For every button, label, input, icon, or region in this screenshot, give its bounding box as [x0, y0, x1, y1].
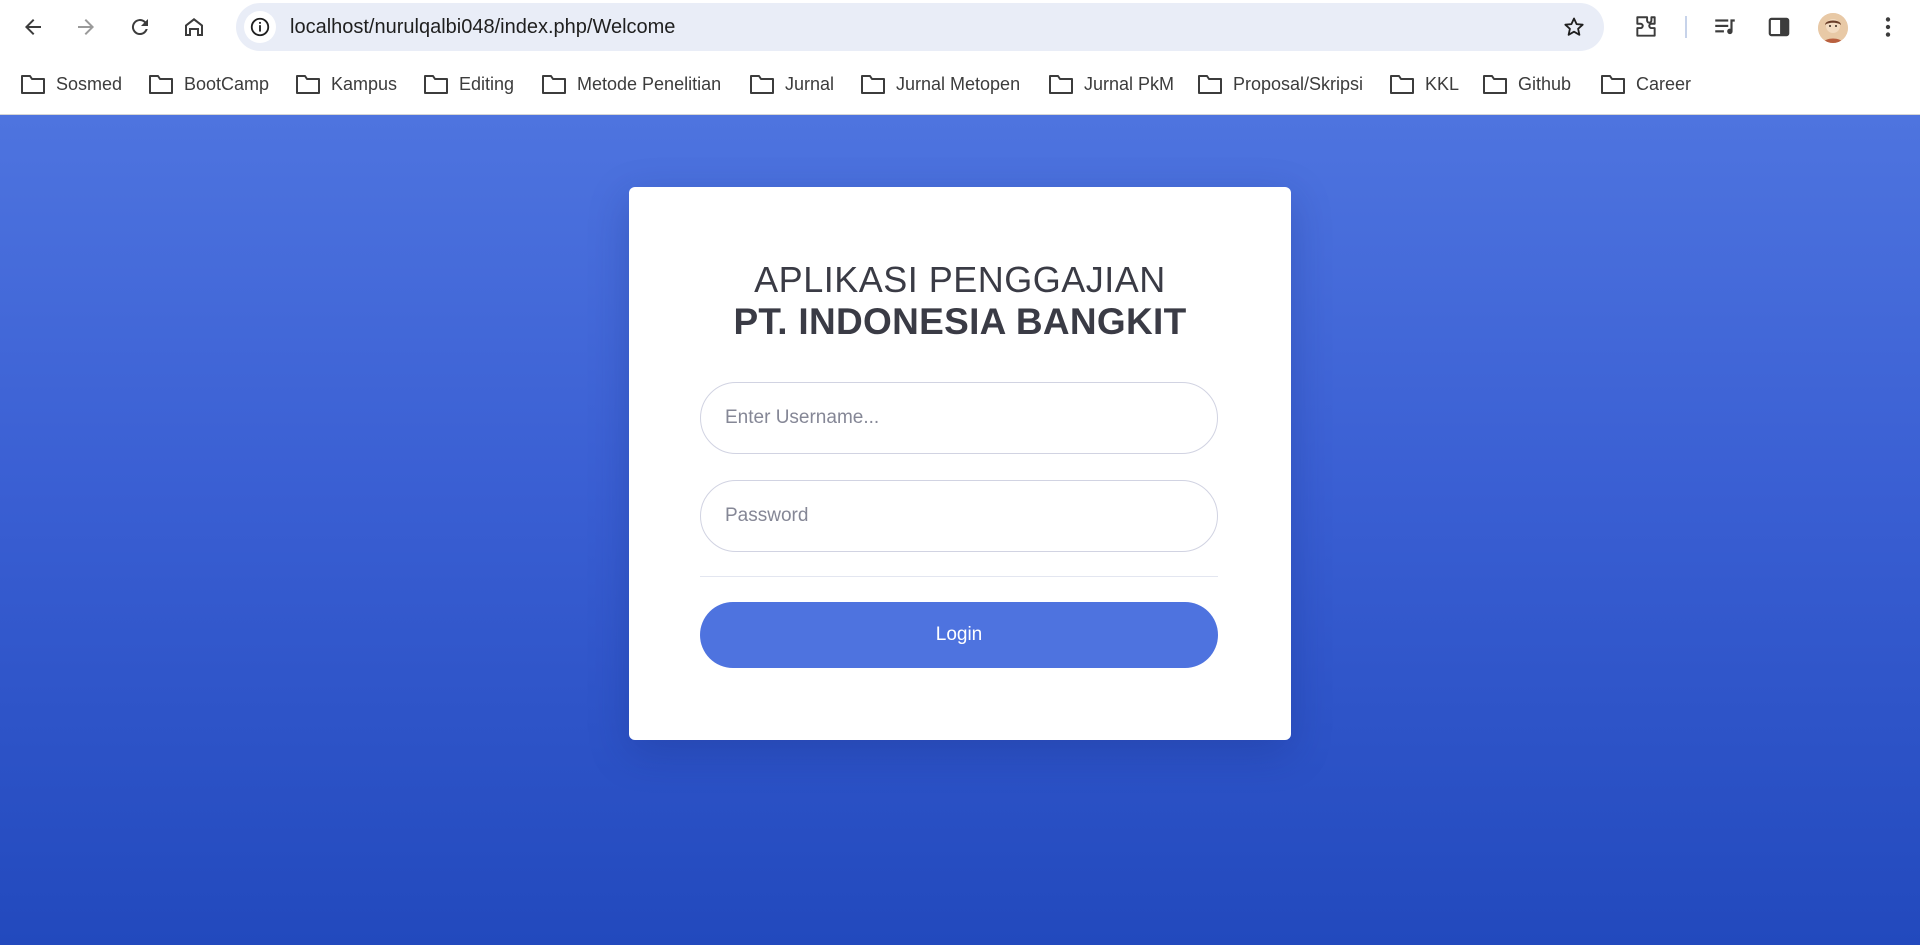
app-title: APLIKASI PENGGAJIAN — [754, 259, 1166, 300]
folder-icon — [750, 75, 774, 94]
site-info-button[interactable] — [244, 11, 276, 43]
home-icon — [185, 18, 203, 36]
side-panel-button[interactable] — [1765, 13, 1793, 41]
folder-icon — [1049, 75, 1073, 94]
company-title: PT. INDONESIA BANGKIT — [733, 301, 1187, 342]
folder-icon — [1198, 75, 1222, 94]
bookmark-label: KKL — [1425, 73, 1460, 94]
profile-avatar-icon — [1818, 13, 1848, 43]
home-button[interactable] — [176, 9, 212, 45]
folder-icon — [1483, 75, 1507, 94]
password-input[interactable] — [700, 480, 1218, 552]
form-divider — [700, 576, 1218, 577]
arrow-right-icon — [78, 19, 94, 35]
kebab-menu-icon — [1885, 17, 1891, 37]
bookmark-label: Career — [1636, 73, 1692, 94]
bookmark-folder-kampus[interactable]: Kampus — [295, 69, 397, 99]
bookmark-label: Sosmed — [56, 73, 123, 94]
media-queue-button[interactable] — [1711, 13, 1739, 41]
star-icon[interactable] — [1562, 15, 1586, 39]
bookmark-label: Github — [1518, 73, 1572, 94]
folder-icon — [21, 75, 45, 94]
bookmark-folder-metode-penelitian[interactable]: Metode Penelitian — [541, 69, 721, 99]
folder-icon — [149, 75, 173, 94]
bookmark-folder-sosmed[interactable]: Sosmed — [20, 69, 122, 99]
folder-icon — [296, 75, 320, 94]
bookmark-label: Proposal/Skripsi — [1233, 73, 1364, 94]
side-panel-icon — [1768, 17, 1790, 37]
browser-toolbar: localhost/nurulqalbi048/index.php/Welcom… — [0, 0, 1920, 55]
bookmark-folder-editing[interactable]: Editing — [423, 69, 514, 99]
bookmark-label: Metode Penelitian — [577, 73, 722, 94]
bookmark-label: Editing — [459, 73, 515, 94]
folder-icon — [424, 75, 448, 94]
reload-button[interactable] — [122, 9, 158, 45]
bookmark-folder-jurnal-pkm[interactable]: Jurnal PkM — [1048, 69, 1174, 99]
puzzle-icon — [1636, 16, 1656, 37]
forward-button[interactable] — [68, 9, 104, 45]
info-icon — [250, 17, 270, 37]
username-input[interactable] — [700, 382, 1218, 454]
bookmark-folder-jurnal-metopen[interactable]: Jurnal Metopen — [860, 69, 1020, 99]
reload-icon — [131, 19, 148, 36]
bookmark-folder-career[interactable]: Career — [1600, 69, 1691, 99]
folder-icon — [861, 75, 885, 94]
bookmark-folder-bootcamp[interactable]: BootCamp — [148, 69, 269, 99]
avatar[interactable] — [1818, 13, 1848, 43]
page-background: APLIKASI PENGGAJIAN PT. INDONESIA BANGKI… — [0, 115, 1920, 945]
extensions-button[interactable] — [1632, 13, 1660, 41]
bookmark-folder-proposal-skripsi[interactable]: Proposal/Skripsi — [1197, 69, 1363, 99]
bookmark-folder-kkl[interactable]: KKL — [1389, 69, 1459, 99]
folder-icon — [1601, 75, 1625, 94]
bookmark-label: Jurnal PkM — [1084, 73, 1175, 94]
bookmark-folder-github[interactable]: Github — [1482, 69, 1571, 99]
toolbar-divider — [1685, 16, 1687, 38]
folder-icon — [542, 75, 566, 94]
bookmark-label: BootCamp — [184, 73, 270, 94]
bookmark-folder-jurnal[interactable]: Jurnal — [749, 69, 834, 99]
arrow-left-icon — [25, 19, 41, 35]
media-queue-icon — [1715, 19, 1735, 35]
login-card: APLIKASI PENGGAJIAN PT. INDONESIA BANGKI… — [629, 187, 1291, 740]
login-button[interactable]: Login — [700, 602, 1218, 668]
folder-icon — [1390, 75, 1414, 94]
address-bar[interactable]: localhost/nurulqalbi048/index.php/Welcom… — [236, 3, 1604, 51]
browser-menu-button[interactable] — [1874, 13, 1902, 41]
back-button[interactable] — [15, 9, 51, 45]
bookmark-label: Jurnal Metopen — [896, 73, 1021, 94]
bookmarks-bar: Sosmed BootCamp Kampus Editing Metode Pe… — [0, 55, 1920, 115]
url-text[interactable]: localhost/nurulqalbi048/index.php/Welcom… — [290, 3, 675, 51]
bookmark-label: Kampus — [331, 73, 398, 94]
bookmark-label: Jurnal — [785, 73, 835, 94]
